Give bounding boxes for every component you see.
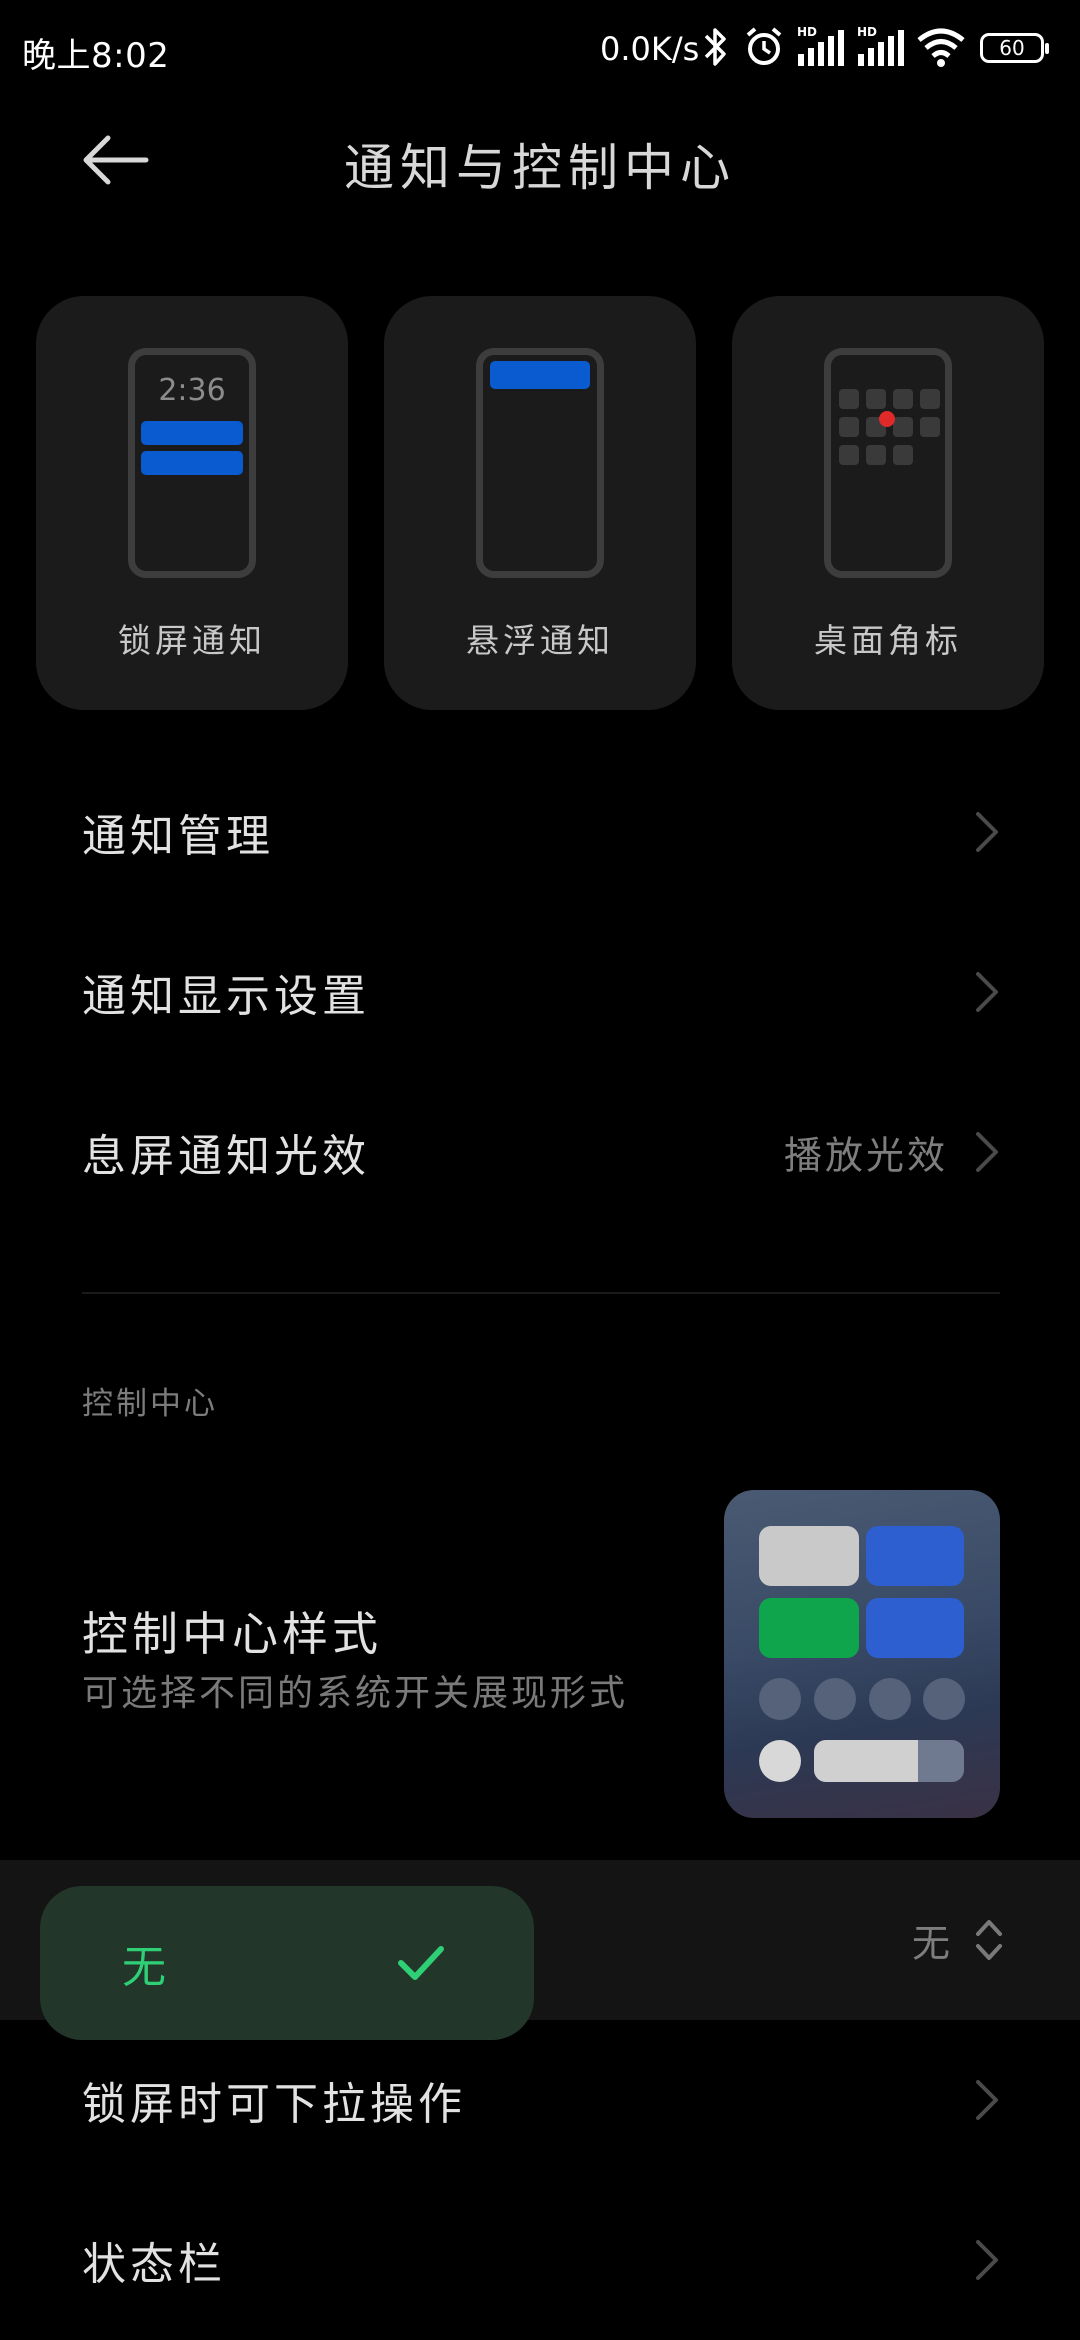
battery-icon: 60 <box>980 33 1049 63</box>
badge-dot <box>879 411 895 427</box>
app-icon <box>839 445 859 465</box>
card-floating-notification[interactable]: 悬浮通知 <box>384 296 696 710</box>
preview-toggle <box>759 1740 801 1782</box>
row-status-bar[interactable]: 状态栏 <box>0 2180 1080 2340</box>
lockscreen-time: 2:36 <box>158 373 226 408</box>
dropdown-option-none[interactable]: 无 <box>40 1886 534 2040</box>
chevron-right-icon <box>976 972 998 1012</box>
network-speed: 0.0K/s <box>600 30 700 68</box>
row-notification-management[interactable]: 通知管理 <box>0 752 1080 912</box>
chevron-right-icon <box>976 812 998 852</box>
phone-illustration: 2:36 <box>128 348 256 578</box>
svg-text:HD: HD <box>797 25 817 39</box>
section-divider <box>82 1292 1000 1294</box>
control-center-preview <box>724 1490 1000 1818</box>
app-icon <box>866 445 886 465</box>
preview-tile <box>759 1598 859 1658</box>
svg-text:HD: HD <box>857 25 877 39</box>
notification-bar <box>490 361 590 389</box>
card-lockscreen-notification[interactable]: 2:36 锁屏通知 <box>36 296 348 710</box>
checkmark-icon <box>398 1946 444 1980</box>
app-icon <box>893 389 913 409</box>
chevron-right-icon <box>976 1132 998 1172</box>
row-label: 息屏通知光效 <box>82 1131 370 1182</box>
preview-toggle <box>869 1678 911 1720</box>
preview-toggle <box>759 1678 801 1720</box>
notification-bar <box>141 451 243 475</box>
row-notification-display[interactable]: 通知显示设置 <box>0 912 1080 1072</box>
preview-tile <box>759 1526 859 1586</box>
phone-illustration <box>476 348 604 578</box>
status-time: 晚上8:02 <box>22 36 170 76</box>
wifi-icon <box>917 28 965 67</box>
app-icon <box>866 389 886 409</box>
card-app-badge[interactable]: 桌面角标 <box>732 296 1044 710</box>
preview-toggle <box>923 1678 965 1720</box>
phone-illustration <box>824 348 952 578</box>
section-header-control-center: 控制中心 <box>82 1386 218 1422</box>
card-label: 桌面角标 <box>814 621 962 660</box>
signal-hd-icon: HD <box>797 25 844 66</box>
app-icon <box>839 389 859 409</box>
control-center-style-subtitle: 可选择不同的系统开关展现形式 <box>82 1673 629 1714</box>
row-label: 状态栏 <box>82 2239 226 2290</box>
row-screen-off-light[interactable]: 息屏通知光效 播放光效 <box>0 1072 1080 1232</box>
app-icon <box>920 389 940 409</box>
notification-bar <box>141 421 243 445</box>
row-lockscreen-pulldown[interactable]: 锁屏时可下拉操作 <box>0 2020 1080 2180</box>
preview-slider-fill <box>814 1740 918 1782</box>
chevron-right-icon <box>976 2240 998 2280</box>
signal-hd-icon: HD <box>857 25 904 66</box>
preview-toggle <box>814 1678 856 1720</box>
app-icon <box>920 417 940 437</box>
page-title: 通知与控制中心 <box>344 139 736 197</box>
preview-slider <box>814 1740 964 1782</box>
row-label: 通知显示设置 <box>82 971 370 1022</box>
card-label: 锁屏通知 <box>118 621 266 660</box>
battery-level: 60 <box>999 36 1025 60</box>
row-value: 播放光效 <box>783 1133 948 1178</box>
card-label: 悬浮通知 <box>466 621 614 660</box>
app-icon <box>839 417 859 437</box>
preview-tile <box>866 1526 964 1586</box>
alarm-icon <box>746 27 782 65</box>
preview-tile <box>866 1598 964 1658</box>
bluetooth-icon <box>704 28 726 66</box>
control-center-style-title: 控制中心样式 <box>82 1607 382 1661</box>
row-label: 通知管理 <box>82 811 274 862</box>
app-icon <box>893 417 913 437</box>
app-icon <box>893 445 913 465</box>
chevron-right-icon <box>976 2080 998 2120</box>
updown-chevron-icon <box>976 1920 1002 1960</box>
dropdown-value: 无 <box>911 1921 950 1966</box>
row-label: 锁屏时可下拉操作 <box>82 2079 466 2130</box>
option-label: 无 <box>122 1942 166 1993</box>
